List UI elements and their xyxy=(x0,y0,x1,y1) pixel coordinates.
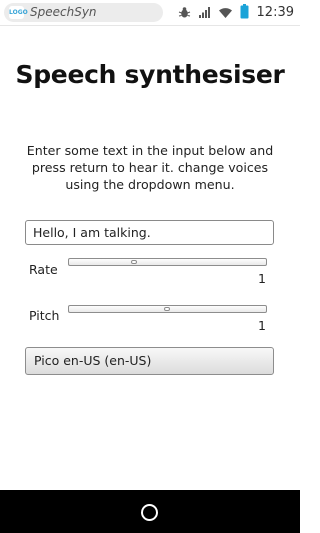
instructions-text: Enter some text in the input below and p… xyxy=(26,143,274,192)
app-logo-icon: LOGO xyxy=(9,6,28,19)
voice-select[interactable]: Pico en-US (en-US) xyxy=(25,347,274,375)
speech-text-input[interactable] xyxy=(25,220,274,245)
clock: 12:39 xyxy=(256,5,294,20)
home-button[interactable] xyxy=(141,504,158,521)
rate-slider-thumb[interactable] xyxy=(131,260,137,264)
pitch-value: 1 xyxy=(258,318,266,333)
pitch-label: Pitch xyxy=(29,308,60,323)
rate-label: Rate xyxy=(29,262,58,277)
battery-icon xyxy=(240,3,249,23)
bug-icon xyxy=(178,4,191,23)
rate-value: 1 xyxy=(258,271,266,286)
signal-icon xyxy=(198,4,211,23)
status-bar: LOGO SpeechSyn 12:39 xyxy=(0,0,300,26)
page-title: Speech synthesiser xyxy=(15,60,285,89)
pitch-slider-thumb[interactable] xyxy=(164,307,170,311)
navigation-bar xyxy=(0,490,300,533)
app-title: SpeechSyn xyxy=(30,5,97,19)
status-icons: 12:39 xyxy=(171,3,294,23)
rate-slider[interactable] xyxy=(68,258,267,266)
pitch-slider[interactable] xyxy=(68,305,267,313)
wifi-icon xyxy=(218,4,233,23)
app-title-pill[interactable]: LOGO SpeechSyn xyxy=(4,3,163,22)
